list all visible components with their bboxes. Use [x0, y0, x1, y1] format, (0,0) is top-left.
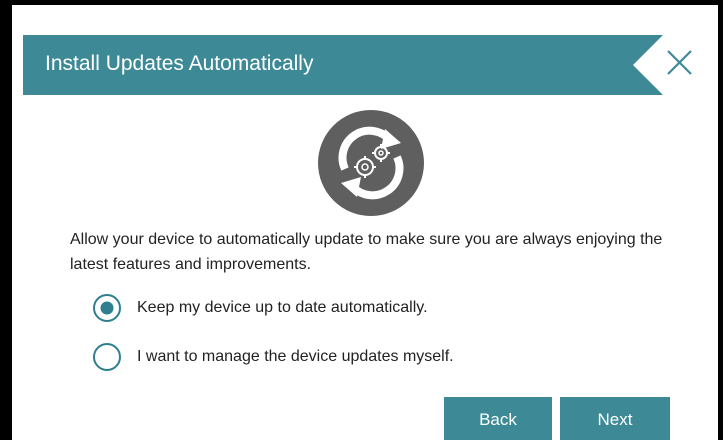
next-button[interactable]: Next	[560, 397, 670, 440]
dialog-title: Install Updates Automatically	[45, 52, 314, 75]
option-manual-update-label: I want to manage the device updates myse…	[137, 348, 454, 365]
window-border-left	[0, 0, 12, 440]
close-icon	[667, 50, 692, 75]
dialog-title-bar: Install Updates Automatically	[23, 35, 663, 95]
close-button[interactable]	[658, 42, 702, 86]
install-updates-dialog: Install Updates Automatically Allow your…	[12, 5, 718, 440]
screenshot-frame: Install Updates Automatically Allow your…	[0, 0, 723, 440]
radio-unselected-icon[interactable]	[92, 342, 122, 372]
dialog-description: Allow your device to automatically updat…	[70, 231, 663, 273]
radio-selected-icon[interactable]	[92, 293, 122, 323]
window-border-right	[718, 0, 723, 440]
option-auto-update-label: Keep my device up to date automatically.	[137, 299, 428, 316]
back-button[interactable]: Back	[444, 397, 552, 440]
update-gears-icon	[317, 109, 425, 217]
